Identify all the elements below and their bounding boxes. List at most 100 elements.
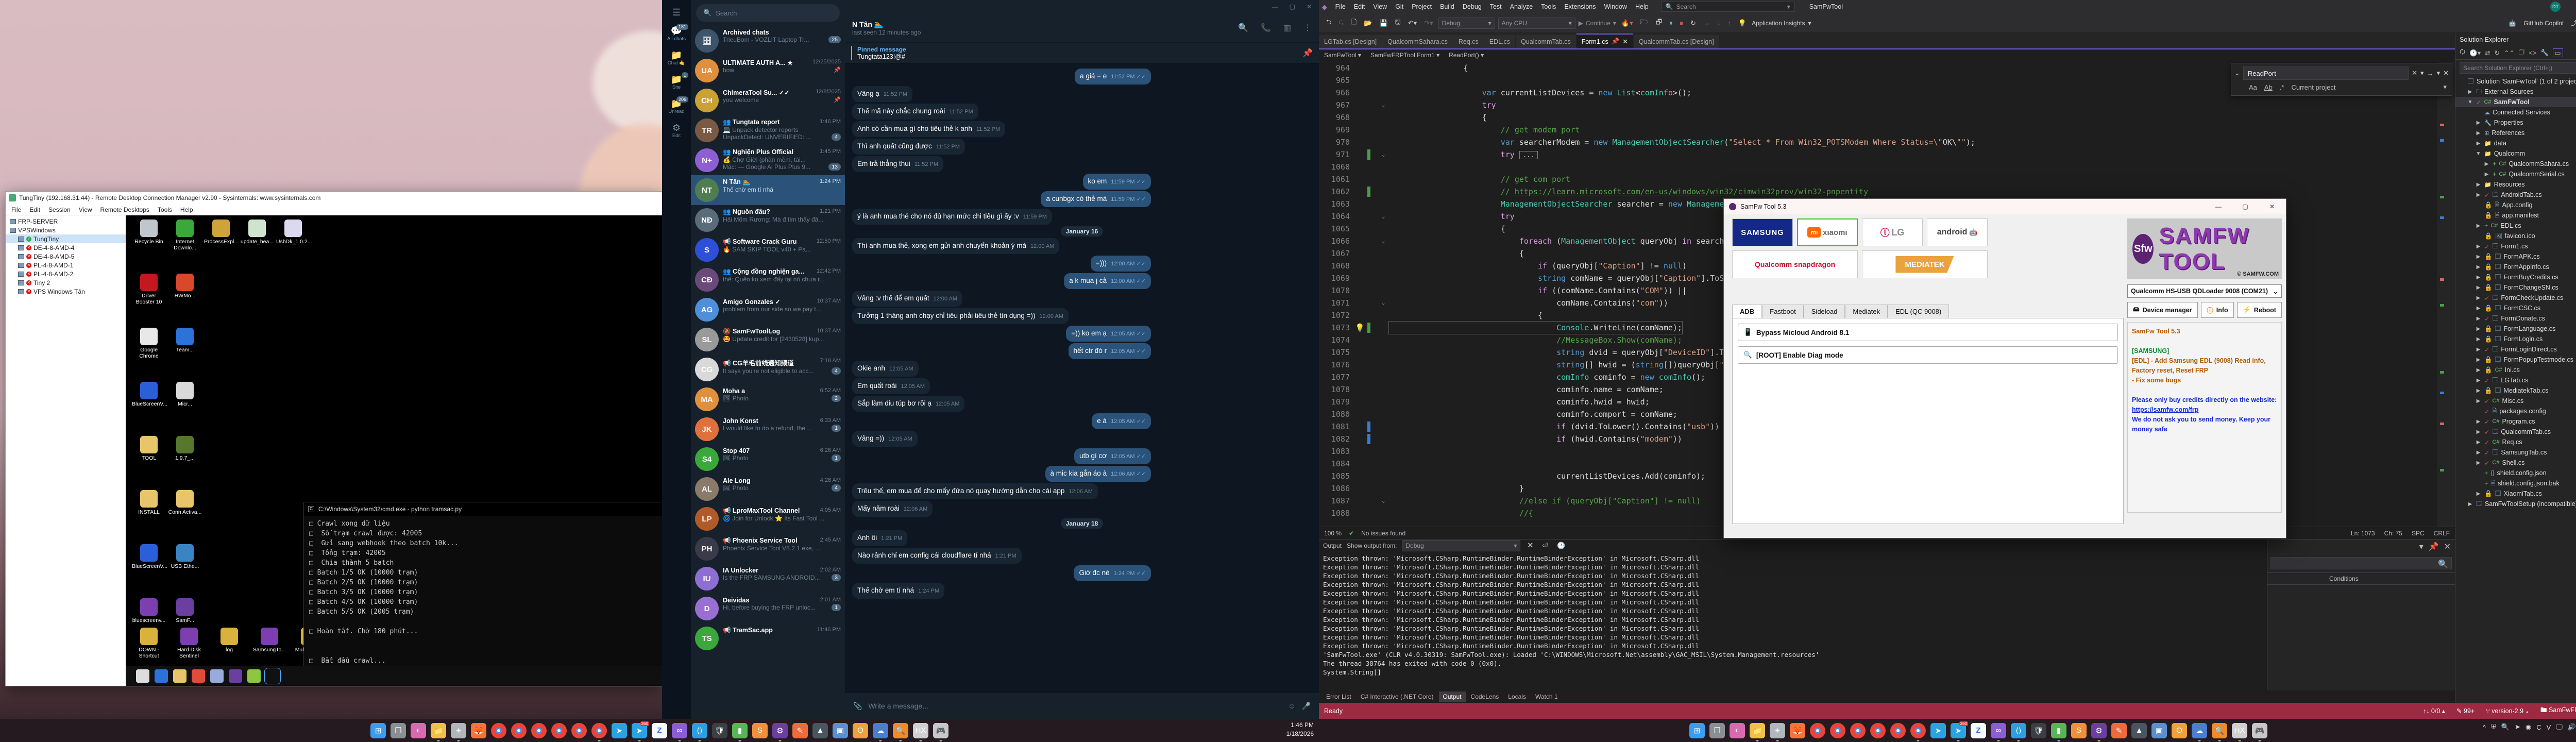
taskbar-icon-explorer[interactable]: 📁 bbox=[431, 723, 446, 738]
rdcman-menu-remote-desktops[interactable]: Remote Desktops bbox=[97, 205, 153, 214]
navigate-forward-icon[interactable]: ⮎ bbox=[1336, 16, 1346, 30]
se-node-shell-cs[interactable]: ▶✓C#Shell.cs bbox=[2455, 458, 2576, 468]
vs-search-box[interactable]: 🔍 Search ▾ bbox=[1661, 2, 1795, 12]
tray-telegram-tray[interactable]: ➤ bbox=[2515, 723, 2520, 731]
vs-tab-form1-cs[interactable]: Form1.cs 📌✕ bbox=[1577, 33, 1633, 48]
vs-account-avatar[interactable]: DT bbox=[2550, 2, 2561, 12]
rdp-taskbar-icon[interactable] bbox=[229, 669, 242, 683]
tray-volume[interactable]: 🔊 bbox=[2568, 723, 2576, 731]
code-line-1060[interactable]: 1060 bbox=[1319, 161, 2437, 173]
samfw-tab-mediatek[interactable]: Mediatek bbox=[1845, 305, 1888, 318]
taskbar-icon-firefox[interactable]: 🦊 bbox=[471, 723, 486, 738]
brand-button-mtk[interactable]: MEDIATEK bbox=[1862, 250, 1988, 278]
chat-list-item[interactable]: SL🔕 SamFwToolLog10:37 AM🤩 Update credit … bbox=[691, 325, 845, 355]
tray-antivirus[interactable]: ⛨ bbox=[2491, 723, 2496, 731]
taskbar-icon-chrome-at[interactable] bbox=[1830, 723, 1845, 738]
device-dropdown[interactable]: Qualcomm HS-USB QDLoader 9008 (COM21)⌄ bbox=[2127, 284, 2282, 298]
brand-button-qual[interactable]: Qualcomm snapdragon bbox=[1732, 250, 1858, 278]
se-node-formpopuptestmode-cs[interactable]: ▶🔒🗔FormPopupTestmode.cs bbox=[2455, 355, 2576, 365]
taskbar-icon-copilot[interactable]: ◐ bbox=[1730, 723, 1745, 738]
vs-menu-test[interactable]: Test bbox=[1486, 1, 1506, 12]
search-in-chat-icon[interactable]: 🔍 bbox=[1238, 23, 1248, 33]
find-scope-dropdown[interactable]: Current project bbox=[2291, 83, 2335, 91]
taskbar-icon-sublime[interactable]: S bbox=[752, 723, 768, 738]
git-repo[interactable]: 🖿 SamFwFRPTool ▴ bbox=[2540, 705, 2576, 716]
preview-icon[interactable]: ▭ bbox=[2553, 48, 2563, 57]
telegram-search-input[interactable]: 🔍 Search bbox=[696, 4, 840, 22]
panel-tab-output[interactable]: Output bbox=[1439, 692, 1466, 702]
taskbar-icon-everything[interactable]: 🔍 bbox=[2212, 723, 2227, 738]
chat-list-item[interactable]: CĐ👥 Cộng đồng nghiện ga...12:42 PMthế: Q… bbox=[691, 265, 845, 295]
pinned-message-bar[interactable]: Pinned message Tungtata123!@# 📌 bbox=[845, 42, 1319, 64]
taskbar-icon-defender[interactable]: 🛡 bbox=[2031, 723, 2046, 738]
message-incoming[interactable]: Tưởng 1 tháng anh chạy chỉ tiêu phải tiê… bbox=[852, 308, 1312, 324]
se-node-formapk-cs[interactable]: ▶🔒🗔FormAPK.cs bbox=[2455, 251, 2576, 262]
se-node-shield-config-json[interactable]: +{}shield.config.json bbox=[2455, 468, 2576, 478]
clear-output-icon[interactable]: 🗙 bbox=[1526, 538, 1535, 553]
rdp-desktop-icon[interactable]: USB Ethe... bbox=[168, 544, 202, 569]
taskbar-icon-controller[interactable]: 🎮 bbox=[933, 723, 948, 738]
vs-menu-window[interactable]: Window bbox=[1600, 1, 1631, 12]
samfw-tab-adb[interactable]: ADB bbox=[1732, 305, 1762, 318]
se-node-qualcommserial-cs[interactable]: ▶+C#QualcommSerial.cs bbox=[2455, 169, 2576, 179]
taskbar-icon-everything[interactable]: 🔍 bbox=[893, 723, 908, 738]
close-button[interactable]: ✕ bbox=[1307, 3, 1312, 10]
taskbar-icon-chrome-green[interactable] bbox=[551, 723, 567, 738]
taskbar-icon-telegram[interactable]: ➤ bbox=[1930, 723, 1946, 738]
message-outgoing[interactable]: =)))12:00 AM✓✓ bbox=[852, 256, 1312, 272]
folder-all-chats[interactable]: 💬All chats181 bbox=[662, 25, 691, 42]
chat-list-item[interactable]: CHChimeraTool Su... ✓✓12/8/2025you welco… bbox=[691, 86, 845, 115]
taskbar-icon-battery-app[interactable]: ▮ bbox=[732, 723, 748, 738]
message-incoming[interactable]: Okie anh12:05 AM bbox=[852, 361, 1312, 377]
taskbar-icon-chrome-bird[interactable] bbox=[591, 723, 607, 738]
undo-icon[interactable]: ↶▾ bbox=[1406, 18, 1419, 29]
message-outgoing[interactable]: a cunbgx có thẻ mà11:59 PM✓✓ bbox=[852, 191, 1312, 207]
message-incoming[interactable]: Em trả thẳng thui11:52 PM bbox=[852, 156, 1312, 172]
vs-tab-req-cs[interactable]: Req.cs bbox=[1453, 35, 1484, 48]
se-node-formdonate-cs[interactable]: ▶✓🗔FormDonate.cs bbox=[2455, 313, 2576, 324]
taskbar-icon-openshot[interactable]: ✎ bbox=[2111, 723, 2127, 738]
chat-list-item[interactable]: UAULTIMATE AUTH A... ★12/25/2025how📌 bbox=[691, 56, 845, 86]
taskbar-icon-chrome-dog[interactable] bbox=[571, 723, 587, 738]
code-line-967[interactable]: 967⌄ try bbox=[1319, 99, 2437, 111]
rdp-desktop-icon[interactable]: 1.9.7_... bbox=[168, 436, 202, 461]
taskbar-icon-chrome-at[interactable] bbox=[511, 723, 527, 738]
navigate-back-icon[interactable]: ⮌ bbox=[1324, 16, 1333, 30]
application-insights-label[interactable]: Application Insights bbox=[1752, 20, 1805, 27]
folder-edit[interactable]: ⚙Edit bbox=[662, 122, 691, 139]
step-out-icon[interactable]: ↑ bbox=[1725, 18, 1733, 28]
se-node-samfwtoolsetup-incompatible-[interactable]: ▶🗔SamFwToolSetup (incompatible) bbox=[2455, 499, 2576, 509]
taskbar-icon-zalo[interactable]: Z bbox=[1971, 723, 1986, 738]
message-incoming[interactable]: Vâng ạ11:52 PM bbox=[852, 86, 1312, 102]
tray-caret-up[interactable]: ^ bbox=[2483, 723, 2486, 731]
chat-list-item[interactable]: ALAle Long4:28 AM🖼 Photo4 bbox=[691, 474, 845, 504]
message-incoming[interactable]: Em quất roài12:05 AM bbox=[852, 378, 1312, 394]
rdc-tree-item[interactable]: ✕PL-4-8-AMD-1 bbox=[6, 261, 126, 269]
se-node-qualcommsahara-cs[interactable]: ▶+C#QualcommSahara.cs bbox=[2455, 159, 2576, 169]
vs-tab-qualcommsahara-cs[interactable]: QualcommSahara.cs bbox=[1382, 35, 1453, 48]
rdp-desktop-icon[interactable]: BlueScreenV... bbox=[132, 382, 166, 407]
solution-platforms-dropdown[interactable]: Any CPU▾ bbox=[1498, 18, 1575, 29]
code-line-969[interactable]: 969 // get modem port bbox=[1319, 124, 2437, 136]
message-outgoing[interactable]: =)) ko em ạ12:05 AM✓✓ bbox=[852, 326, 1312, 342]
vs-editor-scrollbar[interactable] bbox=[2437, 62, 2455, 527]
message-input-bar[interactable]: 📎 Write a message... ☺ 🎤 bbox=[845, 693, 1319, 719]
samfw-tab-sideload[interactable]: Sideload bbox=[1804, 305, 1845, 318]
minimize-button[interactable]: — bbox=[2210, 203, 2227, 210]
close-find-icon[interactable]: ✕ bbox=[2412, 69, 2417, 77]
taskbar-icon-oreo[interactable]: O bbox=[853, 723, 868, 738]
chat-list-item[interactable]: NĐ👥 Nguồn đâu?1:21 PMHải Mõm Rương: Mà đ… bbox=[691, 205, 845, 235]
code-line-970[interactable]: 970 var searcherModem = new ManagementOb… bbox=[1319, 136, 2437, 148]
pending-edits[interactable]: ✎ 99+ bbox=[2456, 707, 2475, 715]
vs-tab-qualcommtab-cs--design-[interactable]: QualcommTab.cs [Design] bbox=[1634, 35, 1719, 48]
rdcman-menu-session[interactable]: Session bbox=[45, 205, 74, 214]
output-source-dropdown[interactable]: Debug▾ bbox=[1402, 540, 1520, 551]
stop-icon[interactable]: ⏹ bbox=[1677, 18, 1685, 29]
se-node-formchangesn-cs[interactable]: ▶🔒🗔FormChangeSN.cs bbox=[2455, 282, 2576, 293]
panel-tab-error-list[interactable]: Error List bbox=[1322, 692, 1355, 702]
rdcman-menu-help[interactable]: Help bbox=[177, 205, 197, 214]
se-node-formlogindirect-cs[interactable]: ▶✓🗔FormLoginDirect.cs bbox=[2455, 344, 2576, 355]
vs-menu-file[interactable]: File bbox=[1331, 1, 1350, 12]
continue-button[interactable]: ▶Continue▾ bbox=[1579, 20, 1616, 27]
mic-icon[interactable]: 🎤 bbox=[1302, 702, 1311, 711]
